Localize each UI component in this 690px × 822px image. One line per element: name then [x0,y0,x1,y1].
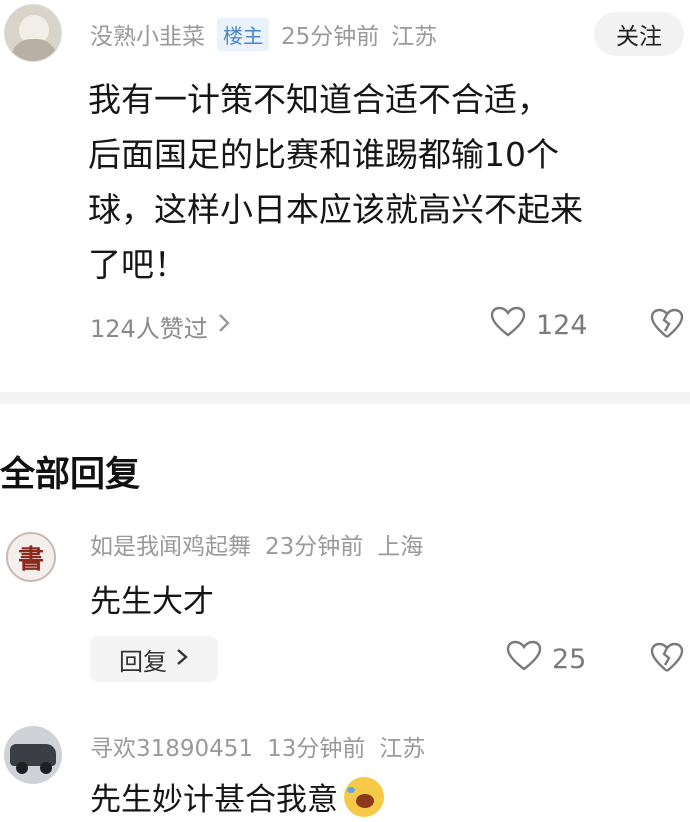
main-post: 没熟小韭菜 楼主 25分钟前 江苏 关注 我有一计策不知道合适不合适， 后面国足… [0,0,690,392]
reply-username[interactable]: 寻欢31890451 [90,729,253,763]
reply-text-content: 先生妙计甚合我意 [90,782,338,818]
reply-button-label: 回复 [119,647,167,676]
broken-heart-icon[interactable] [650,308,684,344]
post-line: 球，这样小日本应该就高兴不起来 [88,190,583,229]
post-line: 了吧！ [88,245,187,284]
reply-location: 上海 [377,534,424,560]
avatar-car-wheel [16,762,28,774]
emoji-mouth [356,793,374,808]
reply-meta: 寻欢31890451 13分钟前 江苏 [90,728,425,764]
post-line: 后面国足的比赛和谁踢都输10个 [88,135,559,174]
reply-button[interactable]: 回复 [90,636,218,682]
replies-title: 全部回复 [0,455,141,495]
avatar[interactable] [4,726,62,784]
broken-heart-icon[interactable] [650,642,684,678]
avatar-seal: 書 [17,544,44,575]
username[interactable]: 没熟小韭菜 [90,17,205,51]
post-line: 我有一计策不知道合适不合适， [88,80,550,119]
emoji-tear [347,786,355,793]
chevron-right-icon [175,645,189,673]
avatar-shape [11,39,57,61]
avatar-car-wheel [40,762,52,774]
like-count: 124 [536,310,588,341]
avatar[interactable] [4,4,62,62]
reply-text-content: 先生大才 [90,584,214,620]
heart-icon [490,306,526,345]
like-button[interactable]: 124 [490,306,588,345]
like-button[interactable]: 25 [506,640,586,679]
reply-text: 先生妙计甚合我意 [90,774,384,819]
reply-location: 江苏 [379,736,426,762]
post-location: 江苏 [391,24,438,50]
op-badge: 楼主 [217,17,269,51]
reply-time: 23分钟前 [265,534,364,560]
post-body: 我有一计策不知道合适不合适， 后面国足的比赛和谁踢都输10个 球，这样小日本应该… [88,72,658,292]
follow-button[interactable]: 关注 [594,12,684,56]
post-time: 25分钟前 [281,24,380,50]
post-meta: 没熟小韭菜 楼主 25分钟前 江苏 [90,16,437,52]
laughing-emoji-icon [344,776,384,817]
reply-time: 13分钟前 [267,736,366,762]
heart-icon [506,640,542,679]
like-count: 25 [552,644,587,675]
section-divider [0,392,690,404]
chevron-right-icon [216,312,232,340]
reply-meta: 如是我闻鸡起舞 23分钟前 上海 [90,526,423,562]
reply-username[interactable]: 如是我闻鸡起舞 [90,527,251,561]
likes-summary-text: 124人赞过 [90,314,208,343]
avatar[interactable]: 書 [6,532,56,582]
reply-text: 先生大才 [90,576,214,621]
likes-summary[interactable]: 124人赞过 [90,306,232,346]
